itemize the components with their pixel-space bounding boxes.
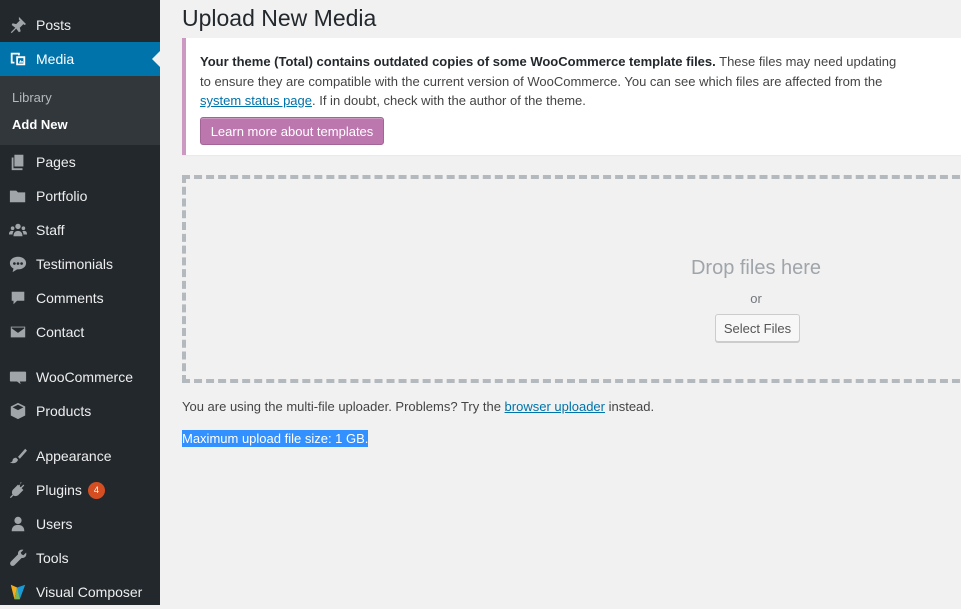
sidebar-item-label: Plugins — [36, 482, 82, 498]
sidebar-item-woocommerce[interactable]: WooCommerce — [0, 360, 160, 394]
submenu-item-add-new[interactable]: Add New — [12, 117, 68, 132]
notice-body-text-end: . If in doubt, check with the author of … — [312, 93, 586, 108]
wrench-icon — [8, 548, 28, 568]
sidebar-item-staff[interactable]: Staff — [0, 213, 160, 247]
media-submenu: Library Add New — [0, 76, 160, 145]
sidebar-item-plugins[interactable]: Plugins 4 — [0, 473, 160, 507]
browser-uploader-link[interactable]: browser uploader — [505, 399, 605, 414]
current-indicator — [152, 51, 160, 67]
pages-icon — [8, 152, 28, 172]
plugin-update-count-badge: 4 — [87, 481, 105, 499]
sidebar-item-label: Pages — [36, 154, 76, 170]
sidebar-item-comments[interactable]: Comments — [0, 281, 160, 315]
cube-icon — [8, 401, 28, 421]
sidebar-item-testimonials[interactable]: Testimonials — [0, 247, 160, 281]
select-files-button[interactable]: Select Files — [715, 314, 800, 342]
notice-text: Your theme (Total) contains outdated cop… — [200, 52, 900, 111]
sidebar-item-label: Posts — [36, 17, 72, 33]
uploader-info-prefix: You are using the multi-file uploader. P… — [182, 399, 505, 414]
brush-icon — [8, 446, 28, 466]
sidebar-item-label: Users — [36, 516, 73, 532]
sidebar-item-label: Contact — [36, 324, 85, 340]
sidebar-item-products[interactable]: Products — [0, 394, 160, 428]
woocommerce-template-notice: Your theme (Total) contains outdated cop… — [182, 38, 961, 155]
max-upload-size-text: Maximum upload file size: 1 GB. — [182, 430, 369, 447]
sidebar-item-contact[interactable]: Contact — [0, 315, 160, 349]
sidebar-item-users[interactable]: Users — [0, 507, 160, 541]
sidebar-item-label: Products — [36, 403, 92, 419]
drag-drop-area[interactable]: Drop files here or Select Files — [182, 175, 961, 383]
sidebar-item-label: WooCommerce — [36, 369, 133, 385]
sidebar-item-portfolio[interactable]: Portfolio — [0, 179, 160, 213]
groups-icon — [8, 220, 28, 240]
sidebar-item-visual-composer[interactable]: Visual Composer — [0, 575, 160, 609]
uploader-info: You are using the multi-file uploader. P… — [182, 399, 654, 414]
sidebar-item-posts[interactable]: Posts — [0, 8, 160, 42]
sidebar-item-label: Appearance — [36, 448, 112, 464]
sidebar-item-label: Visual Composer — [36, 584, 143, 600]
woo-icon — [8, 367, 28, 387]
drop-or-text: or — [750, 291, 762, 306]
sidebar-item-appearance[interactable]: Appearance — [0, 439, 160, 473]
user-icon — [8, 514, 28, 534]
uploader-info-suffix: instead. — [604, 399, 655, 414]
chat-bubble-icon — [8, 254, 28, 274]
page-title: Upload New Media — [182, 5, 377, 31]
sidebar-item-pages[interactable]: Pages — [0, 145, 160, 179]
mail-icon — [8, 322, 28, 342]
sidebar-item-label: Staff — [36, 222, 65, 238]
sidebar-item-label: Comments — [36, 290, 104, 306]
notice-bold-text: Your theme (Total) contains outdated cop… — [200, 54, 716, 69]
vc-icon — [8, 582, 28, 602]
folder-icon — [8, 186, 28, 206]
comment-icon — [8, 288, 28, 308]
system-status-link[interactable]: system status page — [200, 93, 312, 108]
drop-files-title: Drop files here — [690, 257, 822, 279]
sidebar-item-tools[interactable]: Tools — [0, 541, 160, 575]
sidebar-item-label: Portfolio — [36, 188, 88, 204]
sidebar-item-label: Testimonials — [36, 256, 114, 272]
sidebar-item-label: Tools — [36, 550, 69, 566]
submenu-item-library[interactable]: Library — [12, 90, 52, 105]
sidebar-item-media[interactable]: Media — [0, 42, 160, 76]
pin-icon — [8, 15, 28, 35]
sidebar-item-label: Media — [36, 51, 75, 67]
learn-more-templates-button[interactable]: Learn more about templates — [200, 117, 384, 145]
media-icon — [8, 49, 28, 69]
admin-sidebar: Posts Media Library Add New Pages Portfo… — [0, 0, 160, 605]
plug-icon — [8, 480, 28, 500]
